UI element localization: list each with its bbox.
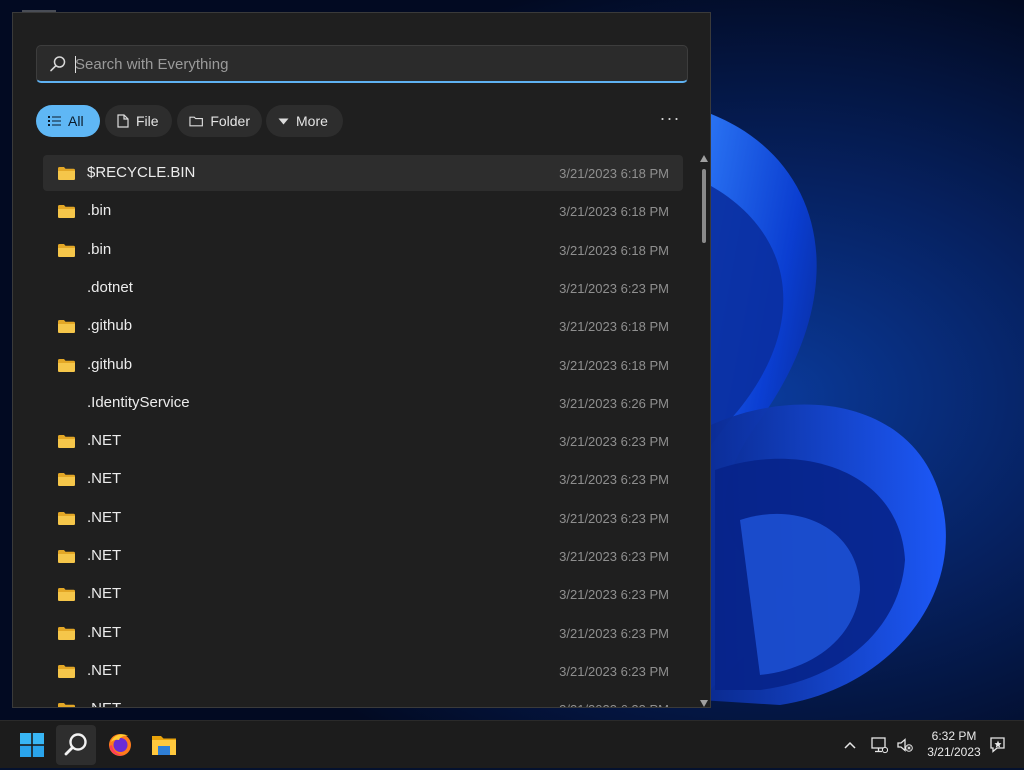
taskbar: 6:32 PM 3/21/2023 (0, 720, 1024, 768)
result-date: 3/21/2023 6:18 PM (559, 242, 669, 258)
start-button[interactable] (12, 725, 52, 765)
result-row[interactable]: .NET 3/21/2023 6:23 PM (43, 576, 683, 612)
filter-all-label: All (68, 113, 84, 129)
result-date: 3/21/2023 6:26 PM (559, 395, 669, 411)
taskbar-search-button[interactable] (56, 725, 96, 765)
windows-start-icon (20, 733, 44, 757)
folder-icon (58, 435, 75, 449)
result-row[interactable]: $RECYCLE.BIN 3/21/2023 6:18 PM (43, 155, 683, 191)
result-name: .NET (87, 432, 122, 450)
folder-icon (58, 703, 75, 707)
firefox-taskbar-button[interactable] (100, 725, 140, 765)
folder-icon (58, 205, 75, 219)
filter-file-label: File (136, 113, 159, 129)
result-date: 3/21/2023 6:23 PM (559, 280, 669, 296)
notification-icon[interactable] (988, 735, 1008, 755)
result-date: 3/21/2023 6:23 PM (559, 549, 669, 564)
result-date: 3/21/2023 6:23 PM (559, 472, 669, 488)
folder-icon (58, 243, 75, 257)
result-name: .IdentityService (87, 393, 190, 411)
filter-folder-label: Folder (210, 113, 250, 129)
result-name: .dotnet (87, 278, 133, 296)
result-name: .bin (87, 202, 112, 220)
result-row[interactable]: .bin 3/21/2023 6:18 PM (43, 193, 683, 229)
search-input[interactable] (75, 46, 675, 82)
results-scrollbar[interactable] (699, 155, 709, 707)
network-icon[interactable] (870, 736, 888, 754)
result-date: 3/21/2023 6:23 PM (559, 587, 669, 603)
result-name: .NET (87, 661, 122, 679)
result-name: .NET (87, 585, 122, 603)
result-date: 3/21/2023 6:23 PM (559, 434, 669, 450)
result-row[interactable]: .NET 3/21/2023 6:23 PM (43, 691, 683, 707)
result-row[interactable]: .NET 3/21/2023 6:23 PM (43, 615, 683, 651)
result-name: .NET (87, 508, 122, 526)
clock-time: 6:32 PM (931, 729, 977, 743)
list-icon (48, 116, 61, 126)
folder-icon (58, 473, 75, 487)
search-box[interactable] (36, 45, 688, 83)
more-options-button[interactable]: ··· (657, 109, 683, 133)
result-name: $RECYCLE.BIN (87, 164, 196, 181)
folder-icon (58, 320, 75, 334)
result-name: .github (87, 355, 133, 373)
file-icon (117, 114, 129, 128)
volume-muted-icon[interactable] (896, 736, 914, 754)
folder-icon (58, 550, 75, 563)
scroll-down-arrow[interactable] (700, 700, 708, 707)
result-name: .NET (87, 623, 122, 641)
file-explorer-taskbar-button[interactable] (144, 725, 184, 765)
result-date: 3/21/2023 6:18 PM (559, 319, 669, 335)
result-row[interactable]: .bin 3/21/2023 6:18 PM (43, 232, 683, 268)
folder-icon (58, 664, 75, 678)
result-row[interactable]: .NET 3/21/2023 6:23 PM (43, 500, 683, 536)
result-date: 3/21/2023 6:18 PM (559, 204, 669, 220)
filter-more-button[interactable]: More (266, 105, 343, 137)
result-row[interactable]: .NET 3/21/2023 6:23 PM (43, 423, 683, 459)
filter-all-button[interactable]: All (36, 105, 100, 137)
result-name: .NET (87, 547, 122, 564)
result-date: 3/21/2023 6:18 PM (559, 166, 669, 181)
system-clock[interactable]: 6:32 PM 3/21/2023 (921, 728, 987, 760)
result-name: .NET (87, 470, 122, 488)
result-name: .bin (87, 240, 112, 258)
chevron-up-icon[interactable] (842, 737, 858, 753)
more-options-icon: ··· (659, 108, 681, 128)
folder-icon (58, 588, 75, 602)
folder-icon (58, 167, 75, 180)
filter-file-button[interactable]: File (105, 105, 172, 137)
file-explorer-icon (152, 736, 176, 755)
search-icon (50, 56, 66, 72)
result-row[interactable]: .NET 3/21/2023 6:23 PM (43, 538, 683, 574)
result-date: 3/21/2023 6:23 PM (559, 663, 669, 679)
result-name: .NET (87, 700, 121, 707)
result-row[interactable]: .github 3/21/2023 6:18 PM (43, 347, 683, 383)
result-row[interactable]: .github 3/21/2023 6:18 PM (43, 308, 683, 344)
folder-icon (58, 626, 75, 640)
filter-folder-button[interactable]: Folder (177, 105, 262, 137)
everything-search-window: All File Folder More ··· $RECYCLE.BIN 3/2… (12, 12, 711, 708)
caret-down-icon (278, 118, 289, 124)
result-date: 3/21/2023 6:23 PM (559, 702, 669, 707)
text-caret (75, 56, 76, 73)
folder-icon (58, 511, 75, 525)
search-icon (64, 733, 87, 756)
result-row[interactable]: .dotnet 3/21/2023 6:23 PM (43, 270, 683, 306)
result-date: 3/21/2023 6:18 PM (559, 357, 669, 373)
firefox-icon (109, 734, 131, 756)
scroll-thumb[interactable] (702, 169, 706, 243)
folder-icon (58, 358, 75, 372)
result-row[interactable]: .IdentityService 3/21/2023 6:26 PM (43, 385, 683, 421)
folder-outline-icon (189, 116, 203, 127)
results-list: $RECYCLE.BIN 3/21/2023 6:18 PM .bin 3/21/20… (43, 155, 683, 707)
scroll-up-arrow[interactable] (700, 155, 708, 162)
result-row[interactable]: .NET 3/21/2023 6:23 PM (43, 461, 683, 497)
result-row[interactable]: .NET 3/21/2023 6:23 PM (43, 653, 683, 689)
clock-date: 3/21/2023 (927, 745, 981, 759)
result-name: .github (87, 317, 133, 335)
filter-more-label: More (296, 113, 328, 129)
result-date: 3/21/2023 6:23 PM (559, 510, 669, 526)
result-date: 3/21/2023 6:23 PM (559, 625, 669, 641)
